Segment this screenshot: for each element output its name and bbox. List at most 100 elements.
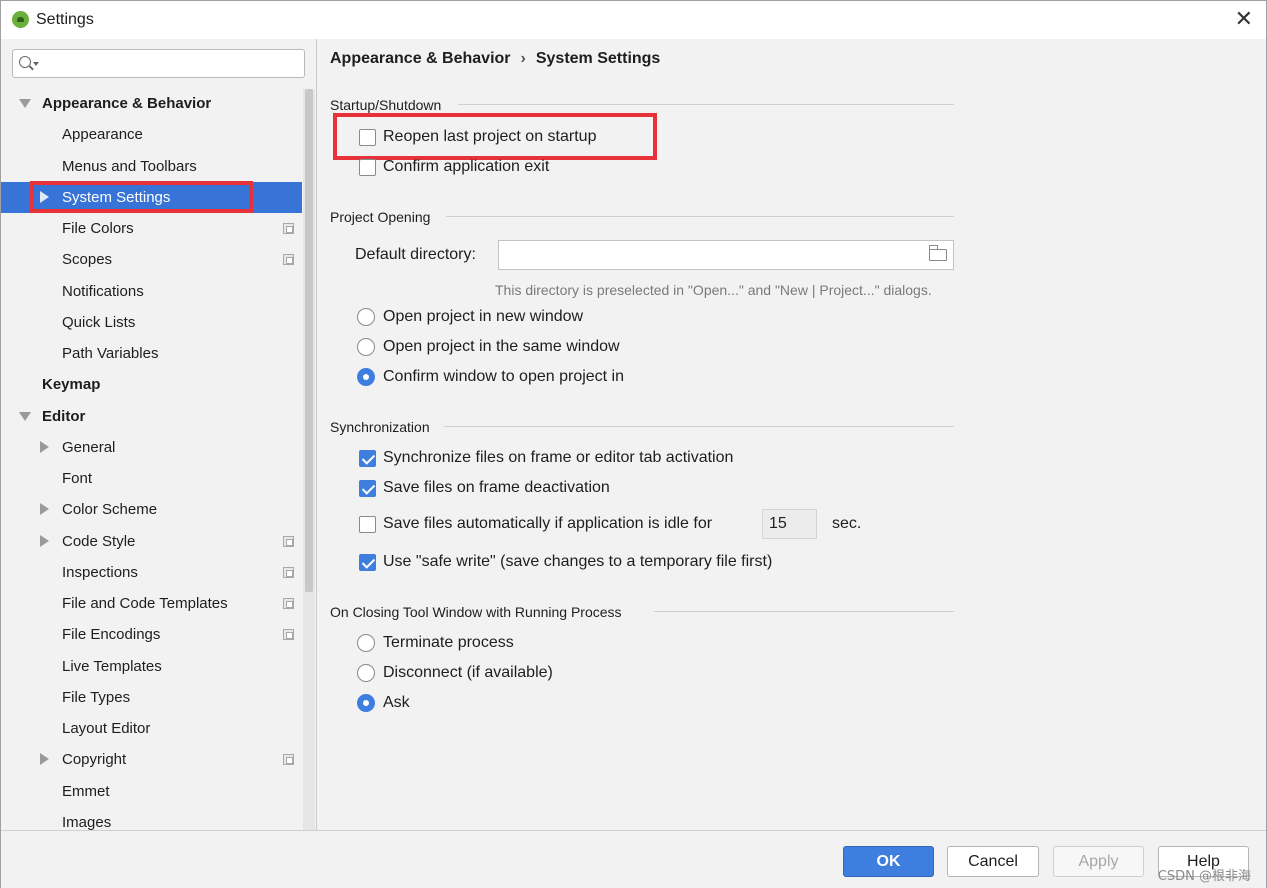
sidebar-item-label: Menus and Toolbars [62,158,197,175]
sidebar-item-menus-toolbars[interactable]: Menus and Toolbars [1,151,302,182]
sync-files-checkbox[interactable] [359,450,376,467]
search-input[interactable] [12,49,305,78]
sidebar-item-keymap[interactable]: Keymap [1,369,302,400]
sidebar-item-font[interactable]: Font [1,463,302,494]
project-scope-icon [283,598,294,609]
open-new-window-label: Open project in new window [383,308,584,325]
scrollbar-thumb[interactable] [305,89,313,592]
android-studio-icon [12,11,29,28]
collapsed-arrow-icon[interactable] [40,753,49,765]
section-sync-title: Synchronization [330,419,430,435]
sidebar-item-emmet[interactable]: Emmet [1,776,302,807]
settings-window: Settings ✕ Appearance & Behavior Appeara… [0,0,1267,888]
sync-files-label: Synchronize files on frame or editor tab… [383,449,734,466]
reopen-last-project-label: Reopen last project on startup [383,128,597,145]
save-deactivation-checkbox[interactable] [359,480,376,497]
sidebar-item-appearance-behavior[interactable]: Appearance & Behavior [1,88,302,119]
open-new-window-radio[interactable] [357,308,375,326]
sidebar-item-label: Editor [42,408,86,425]
collapsed-arrow-icon[interactable] [40,441,49,453]
search-icon [19,56,31,68]
sidebar-item-file-encodings[interactable]: File Encodings [1,619,302,650]
sidebar-item-label: Scopes [62,251,113,268]
sidebar-item-notifications[interactable]: Notifications [1,276,302,307]
terminate-process-radio[interactable] [357,634,375,652]
sidebar-item-label: Appearance & Behavior [42,95,212,112]
sidebar-item-code-style[interactable]: Code Style [1,526,302,557]
close-icon[interactable]: ✕ [1235,7,1253,31]
sidebar-item-path-variables[interactable]: Path Variables [1,338,302,369]
default-directory-label: Default directory: [355,246,476,263]
sidebar-item-label: Path Variables [62,345,159,362]
sidebar-item-editor[interactable]: Editor [1,401,302,432]
sidebar-item-inspections[interactable]: Inspections [1,557,302,588]
divider [446,216,954,217]
sidebar-item-label: Font [62,470,93,487]
apply-button[interactable]: Apply [1053,846,1144,877]
breadcrumb-parent[interactable]: Appearance & Behavior [330,50,511,67]
sidebar-item-appearance[interactable]: Appearance [1,119,302,150]
project-scope-icon [283,567,294,578]
chevron-down-icon [33,62,39,66]
sidebar-item-copyright[interactable]: Copyright [1,744,302,775]
sidebar-item-label: File and Code Templates [62,595,228,612]
confirm-window-label: Confirm window to open project in [383,368,625,385]
sidebar-item-live-templates[interactable]: Live Templates [1,651,302,682]
sidebar-item-file-colors[interactable]: File Colors [1,213,302,244]
sidebar-item-label: File Colors [62,220,134,237]
sidebar-item-label: Inspections [62,564,138,581]
safe-write-checkbox[interactable] [359,554,376,571]
open-same-window-radio[interactable] [357,338,375,356]
sidebar-item-label: File Encodings [62,626,161,643]
sidebar-item-label: Live Templates [62,658,162,675]
sidebar-item-general[interactable]: General [1,432,302,463]
divider [458,104,954,105]
breadcrumb-separator: › [520,50,526,67]
divider [444,426,954,427]
sidebar-item-label: Keymap [42,376,101,393]
sidebar-item-label: Copyright [62,751,127,768]
sidebar-item-system-settings[interactable]: System Settings [1,182,302,213]
safe-write-label: Use "safe write" (save changes to a temp… [383,553,773,570]
cancel-button[interactable]: Cancel [947,846,1039,877]
sidebar-item-layout-editor[interactable]: Layout Editor [1,713,302,744]
sidebar-item-scopes[interactable]: Scopes [1,244,302,275]
sidebar-item-label: File Types [62,689,131,706]
default-directory-field[interactable] [498,240,954,270]
ask-radio[interactable] [357,694,375,712]
sidebar-item-file-code-templates[interactable]: File and Code Templates [1,588,302,619]
idle-seconds-input[interactable]: 15 [762,509,817,539]
terminate-process-label: Terminate process [383,634,514,651]
sidebar-item-quick-lists[interactable]: Quick Lists [1,307,302,338]
confirm-exit-checkbox[interactable] [359,159,376,176]
project-scope-icon [283,629,294,640]
save-idle-checkbox[interactable] [359,516,376,533]
expanded-arrow-icon[interactable] [19,99,31,108]
sidebar-item-label: Code Style [62,533,136,550]
watermark: CSDN @根非海 [1157,869,1251,884]
expanded-arrow-icon[interactable] [19,412,31,421]
sidebar-item-images[interactable]: Images [1,807,302,830]
ok-button[interactable]: OK [843,846,934,877]
section-project-opening-title: Project Opening [330,209,431,225]
disconnect-radio[interactable] [357,664,375,682]
breadcrumb: Appearance & Behavior › System Settings [330,50,660,68]
sidebar-item-file-types[interactable]: File Types [1,682,302,713]
folder-icon[interactable] [929,245,947,261]
collapsed-arrow-icon[interactable] [40,503,49,515]
reopen-last-project-checkbox[interactable] [359,129,376,146]
sidebar-scrollbar[interactable] [303,89,315,830]
sidebar-item-label: Notifications [62,283,144,300]
sidebar-item-label: Emmet [62,783,110,800]
sidebar-item-label: System Settings [62,189,171,206]
breadcrumb-current: System Settings [535,50,661,67]
sidebar-item-color-scheme[interactable]: Color Scheme [1,494,302,525]
collapsed-arrow-icon[interactable] [40,191,49,203]
collapsed-arrow-icon[interactable] [40,535,49,547]
save-deactivation-label: Save files on frame deactivation [383,479,610,496]
sidebar-item-label: Color Scheme [62,501,158,518]
project-scope-icon [283,536,294,547]
sidebar-item-label: Quick Lists [62,314,136,331]
section-startup-title: Startup/Shutdown [330,97,442,113]
confirm-window-radio[interactable] [357,368,375,386]
